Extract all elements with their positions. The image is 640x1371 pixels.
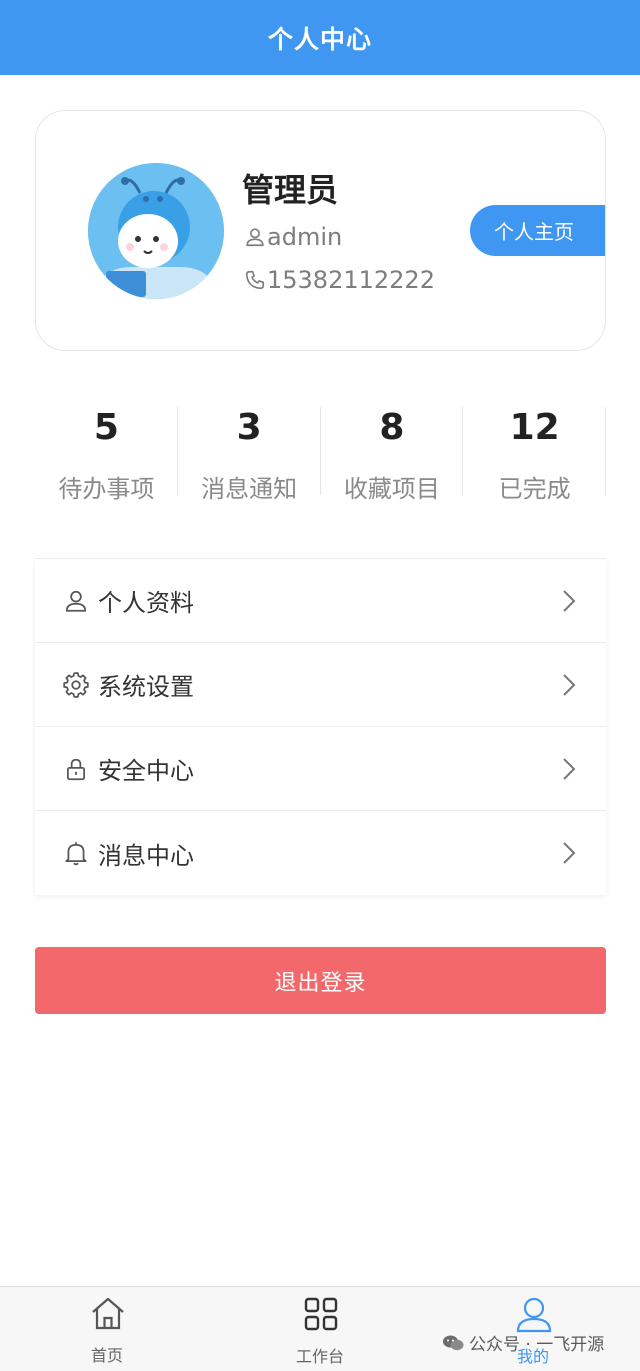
top-nav-bar: 个人中心	[0, 0, 640, 75]
stat-value: 3	[236, 407, 262, 448]
grid-icon	[304, 1297, 338, 1331]
stat-value: 5	[93, 407, 119, 448]
tab-workbench[interactable]: 工作台	[260, 1287, 380, 1371]
stat-value: 8	[379, 407, 405, 448]
stat-label: 收藏项目	[343, 475, 440, 503]
chevron-right-icon	[563, 590, 576, 612]
bottom-tab-bar: 首页 工作台 我的	[0, 1286, 640, 1371]
stat-label: 消息通知	[201, 475, 298, 503]
menu-item-settings[interactable]: 系统设置	[35, 643, 606, 727]
stat-completed[interactable]: 12 已完成	[463, 405, 606, 503]
chevron-right-icon	[563, 842, 576, 864]
tab-label: 首页	[90, 1346, 123, 1365]
gear-icon	[63, 671, 89, 698]
chevron-right-icon	[563, 758, 576, 780]
page-title: 个人中心	[267, 24, 372, 54]
tab-home[interactable]: 首页	[47, 1287, 167, 1371]
stat-favorites[interactable]: 8 收藏项目	[321, 405, 464, 503]
menu-item-label: 安全中心	[98, 757, 194, 785]
homepage-button[interactable]: 个人主页	[470, 205, 605, 256]
stat-label: 已完成	[498, 475, 571, 503]
chevron-right-icon	[563, 674, 576, 696]
wechat-icon	[443, 1335, 464, 1350]
phone-icon	[245, 270, 265, 290]
user-icon	[516, 1297, 552, 1333]
username-row: admin	[244, 223, 342, 251]
user-display-name: 管理员	[242, 171, 339, 209]
profile-card: 管理员 admin 15382112222 个人主页	[35, 110, 606, 351]
avatar-illustration-icon	[88, 163, 224, 299]
phone-row: 15382112222	[244, 266, 435, 294]
username-text: admin	[267, 223, 343, 251]
stat-value: 12	[509, 407, 560, 448]
stats-row: 5 待办事项 3 消息通知 8 收藏项目 12 已完成	[35, 405, 606, 503]
menu-item-security[interactable]: 安全中心	[35, 727, 606, 811]
stat-todo[interactable]: 5 待办事项	[35, 405, 178, 503]
watermark-text: 公众号 · 一飞开源	[469, 1335, 605, 1355]
menu-item-label: 系统设置	[98, 673, 194, 701]
tab-mine[interactable]: 我的	[473, 1287, 593, 1371]
menu-item-messages[interactable]: 消息中心	[35, 811, 606, 895]
user-icon	[246, 228, 264, 247]
user-icon	[63, 588, 89, 614]
home-icon	[92, 1297, 124, 1330]
menu-item-profile[interactable]: 个人资料	[35, 559, 606, 643]
stat-label: 待办事项	[58, 475, 155, 503]
watermark: 公众号 · 一飞开源	[442, 1330, 604, 1355]
tab-label: 工作台	[295, 1347, 344, 1366]
settings-menu: 个人资料 系统设置 安全中心 消息中心	[35, 558, 606, 895]
menu-item-label: 消息中心	[98, 841, 194, 870]
stat-notifications[interactable]: 3 消息通知	[178, 405, 321, 503]
menu-item-label: 个人资料	[98, 589, 194, 617]
avatar[interactable]	[88, 163, 224, 299]
logout-button[interactable]: 退出登录	[35, 947, 606, 1014]
lock-icon	[63, 756, 89, 782]
phone-text: 15382112222	[267, 266, 435, 294]
bell-icon	[63, 840, 89, 866]
